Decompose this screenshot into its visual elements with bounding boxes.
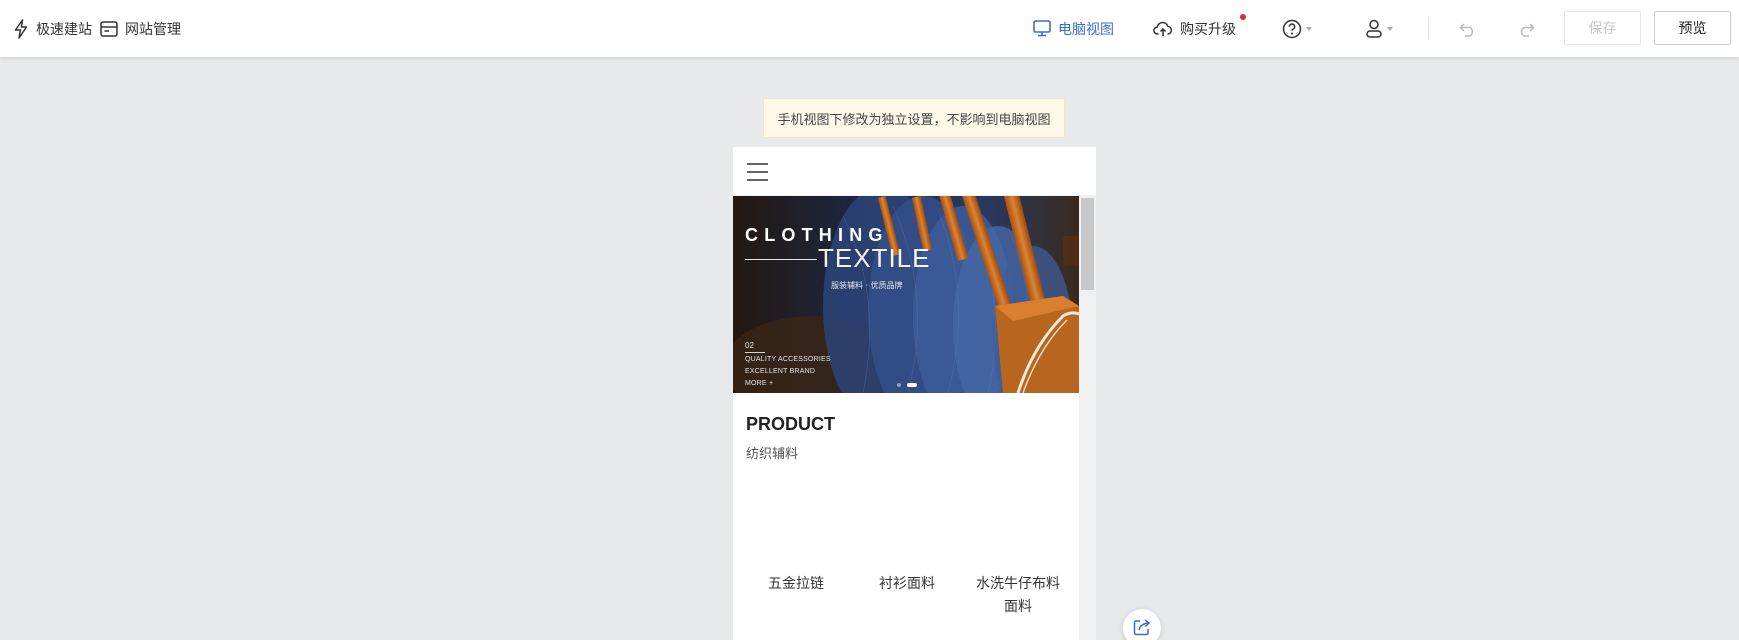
banner-line-1: QUALITY ACCESSORIES <box>745 356 831 363</box>
hero-banner[interactable]: CLOTHING TEXTILE 服装辅料 · 优质品牌 02 QUALITY … <box>733 196 1079 393</box>
help-icon <box>1282 19 1302 39</box>
pc-view-button[interactable]: 电脑视图 <box>1033 0 1114 57</box>
banner-subtitle: TEXTILE <box>818 243 931 273</box>
monitor-icon <box>1033 20 1051 37</box>
buy-upgrade-button[interactable]: 购买升级 <box>1153 0 1236 57</box>
top-toolbar: 极速建站 网站管理 电脑视图 购买升级 保存 预览 <box>0 0 1739 57</box>
quick-build-label: 极速建站 <box>36 21 92 38</box>
site-manage-button[interactable]: 网站管理 <box>100 0 181 57</box>
mobile-preview-frame[interactable]: CLOTHING TEXTILE 服装辅料 · 优质品牌 02 QUALITY … <box>733 147 1096 640</box>
site-manage-icon <box>100 20 118 37</box>
save-button[interactable]: 保存 <box>1564 11 1641 45</box>
banner-divider <box>745 259 817 260</box>
undo-button[interactable] <box>1459 0 1477 57</box>
user-dropdown[interactable] <box>1365 0 1393 57</box>
scrollbar-thumb[interactable] <box>1081 198 1094 290</box>
undo-icon <box>1459 21 1477 37</box>
preview-scrollbar[interactable] <box>1079 196 1096 640</box>
cloud-upload-icon <box>1153 21 1173 37</box>
quick-build-button[interactable]: 极速建站 <box>13 0 92 57</box>
site-manage-label: 网站管理 <box>125 21 181 38</box>
share-icon <box>1133 618 1151 640</box>
toolbar-divider <box>1428 17 1429 40</box>
lightning-icon <box>13 18 29 39</box>
chevron-down-icon <box>1306 26 1312 31</box>
chevron-down-icon <box>1387 26 1393 31</box>
banner-line-2: EXCELLENT BRAND <box>745 368 816 375</box>
category-line-2: 面料 <box>1004 599 1032 615</box>
share-button[interactable] <box>1123 609 1161 640</box>
mobile-header <box>733 147 1096 196</box>
user-icon <box>1365 19 1383 38</box>
preview-button[interactable]: 预览 <box>1654 11 1731 45</box>
category-item[interactable]: 五金拉链 <box>768 573 824 596</box>
redo-button[interactable] <box>1517 0 1535 57</box>
carousel-dot[interactable] <box>897 383 901 387</box>
pc-view-label: 电脑视图 <box>1058 21 1114 38</box>
category-item[interactable]: 衬衫面料 <box>879 573 935 596</box>
buy-upgrade-label: 购买升级 <box>1180 21 1236 38</box>
banner-slide-number: 02 <box>745 341 754 350</box>
hamburger-menu-icon[interactable] <box>747 163 768 181</box>
redo-icon <box>1517 21 1535 37</box>
category-line-1: 水洗牛仔布料 <box>976 576 1060 592</box>
notification-dot <box>1240 14 1246 20</box>
carousel-dot-active[interactable] <box>907 383 917 387</box>
product-section-subtitle: 纺织辅料 <box>746 447 799 462</box>
category-item[interactable]: 水洗牛仔布料 面料 <box>976 573 1060 619</box>
banner-more-link[interactable]: MORE + <box>745 380 773 387</box>
help-dropdown[interactable] <box>1282 0 1312 57</box>
mobile-view-notice: 手机视图下修改为独立设置，不影响到电脑视图 <box>763 98 1065 138</box>
product-section-title: PRODUCT <box>746 414 835 434</box>
banner-number-line <box>745 352 765 353</box>
banner-tagline: 服装辅料 · 优质品牌 <box>831 281 903 290</box>
